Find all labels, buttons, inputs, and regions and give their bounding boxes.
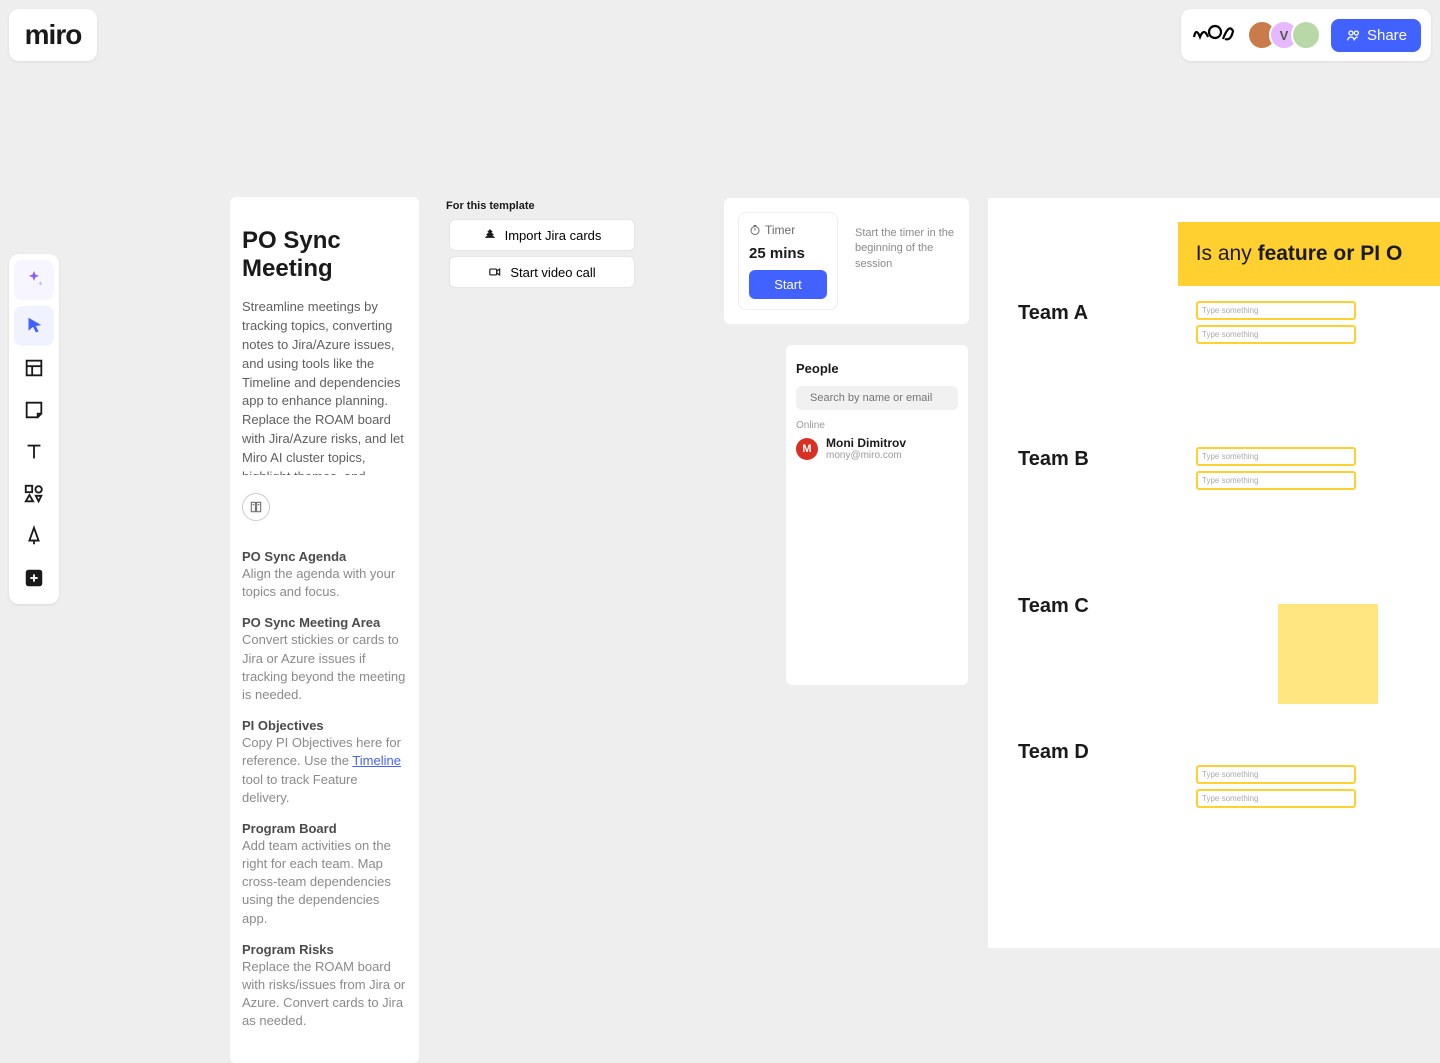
- header-bar: V Share: [1181, 9, 1431, 61]
- people-title: People: [796, 361, 958, 376]
- sticky-input[interactable]: Type something: [1196, 471, 1356, 490]
- template-label: For this template: [446, 200, 535, 212]
- collaborator-avatars[interactable]: V: [1247, 20, 1321, 50]
- import-jira-button[interactable]: Import Jira cards: [449, 219, 635, 251]
- team-label: Team C: [1018, 595, 1089, 618]
- search-input[interactable]: [810, 392, 952, 404]
- import-jira-label: Import Jira cards: [505, 228, 602, 243]
- add-tool[interactable]: [14, 558, 54, 598]
- person-avatar: M: [796, 438, 818, 460]
- timer-hint: Start the timer in the beginning of the …: [855, 212, 955, 272]
- sticky-input[interactable]: Type something: [1196, 447, 1356, 466]
- ai-tool[interactable]: [14, 260, 54, 300]
- agenda-body: Align the agenda with your topics and fo…: [242, 565, 407, 601]
- agenda-heading: Program Risks: [242, 942, 407, 957]
- text-tool[interactable]: [14, 432, 54, 472]
- question-bar: Is any feature or PI O: [1178, 222, 1440, 286]
- person-row[interactable]: M Moni Dimitrov mony@miro.com: [796, 436, 958, 461]
- question-text: Is any: [1196, 242, 1258, 265]
- timer-label: Timer: [765, 223, 795, 237]
- shapes-tool[interactable]: [14, 474, 54, 514]
- timer-box: Timer 25 mins Start: [738, 212, 838, 310]
- agenda-body: Convert stickies or cards to Jira or Azu…: [242, 631, 407, 704]
- pen-tool[interactable]: [14, 516, 54, 556]
- video-call-label: Start video call: [510, 265, 595, 280]
- people-panel: People Online M Moni Dimitrov mony@miro.…: [786, 345, 968, 685]
- activity-icon[interactable]: [1191, 19, 1237, 52]
- team-label: Team A: [1018, 302, 1088, 325]
- person-email: mony@miro.com: [826, 450, 906, 461]
- timer-widget: Timer 25 mins Start Start the timer in t…: [724, 198, 969, 324]
- agenda-heading: Program Board: [242, 821, 407, 836]
- sticky-input[interactable]: Type something: [1196, 765, 1356, 784]
- teams-frame[interactable]: Is any feature or PI O Team A Type somet…: [988, 198, 1440, 948]
- agenda-heading: PO Sync Agenda: [242, 549, 407, 564]
- timer-icon: [749, 224, 761, 236]
- video-call-button[interactable]: Start video call: [449, 256, 635, 288]
- share-button[interactable]: Share: [1331, 19, 1421, 52]
- app-logo: miro: [25, 19, 82, 51]
- agenda-body: Add team activities on the right for eac…: [242, 837, 407, 928]
- agenda-body: Copy PI Objectives here for reference. U…: [242, 734, 407, 807]
- tool-panel: [9, 254, 59, 604]
- agenda-body: Replace the ROAM board with risks/issues…: [242, 958, 407, 1031]
- agenda-heading: PO Sync Meeting Area: [242, 615, 407, 630]
- sticky-input[interactable]: Type something: [1196, 301, 1356, 320]
- question-bold: feature or PI O: [1258, 242, 1403, 265]
- cursor-tool[interactable]: [14, 306, 54, 346]
- agenda-icon: [242, 493, 270, 521]
- timer-duration: 25 mins: [749, 245, 827, 262]
- sticky-note[interactable]: [1278, 604, 1378, 704]
- frame-tool[interactable]: [14, 348, 54, 388]
- page-title: PO Sync Meeting: [242, 227, 407, 282]
- team-label: Team D: [1018, 741, 1089, 764]
- sticky-tool[interactable]: [14, 390, 54, 430]
- team-label: Team B: [1018, 448, 1089, 471]
- logo-card[interactable]: miro: [9, 9, 97, 61]
- sticky-input[interactable]: Type something: [1196, 789, 1356, 808]
- timer-start-button[interactable]: Start: [749, 270, 827, 299]
- sticky-input[interactable]: Type something: [1196, 325, 1356, 344]
- timeline-link[interactable]: Timeline: [352, 753, 401, 768]
- share-label: Share: [1367, 27, 1407, 44]
- agenda-card: PO Sync Agenda Align the agenda with you…: [230, 475, 419, 1063]
- person-name: Moni Dimitrov: [826, 436, 906, 450]
- online-label: Online: [796, 420, 958, 431]
- people-search[interactable]: [796, 386, 958, 410]
- agenda-heading: PI Objectives: [242, 718, 407, 733]
- avatar[interactable]: [1291, 20, 1321, 50]
